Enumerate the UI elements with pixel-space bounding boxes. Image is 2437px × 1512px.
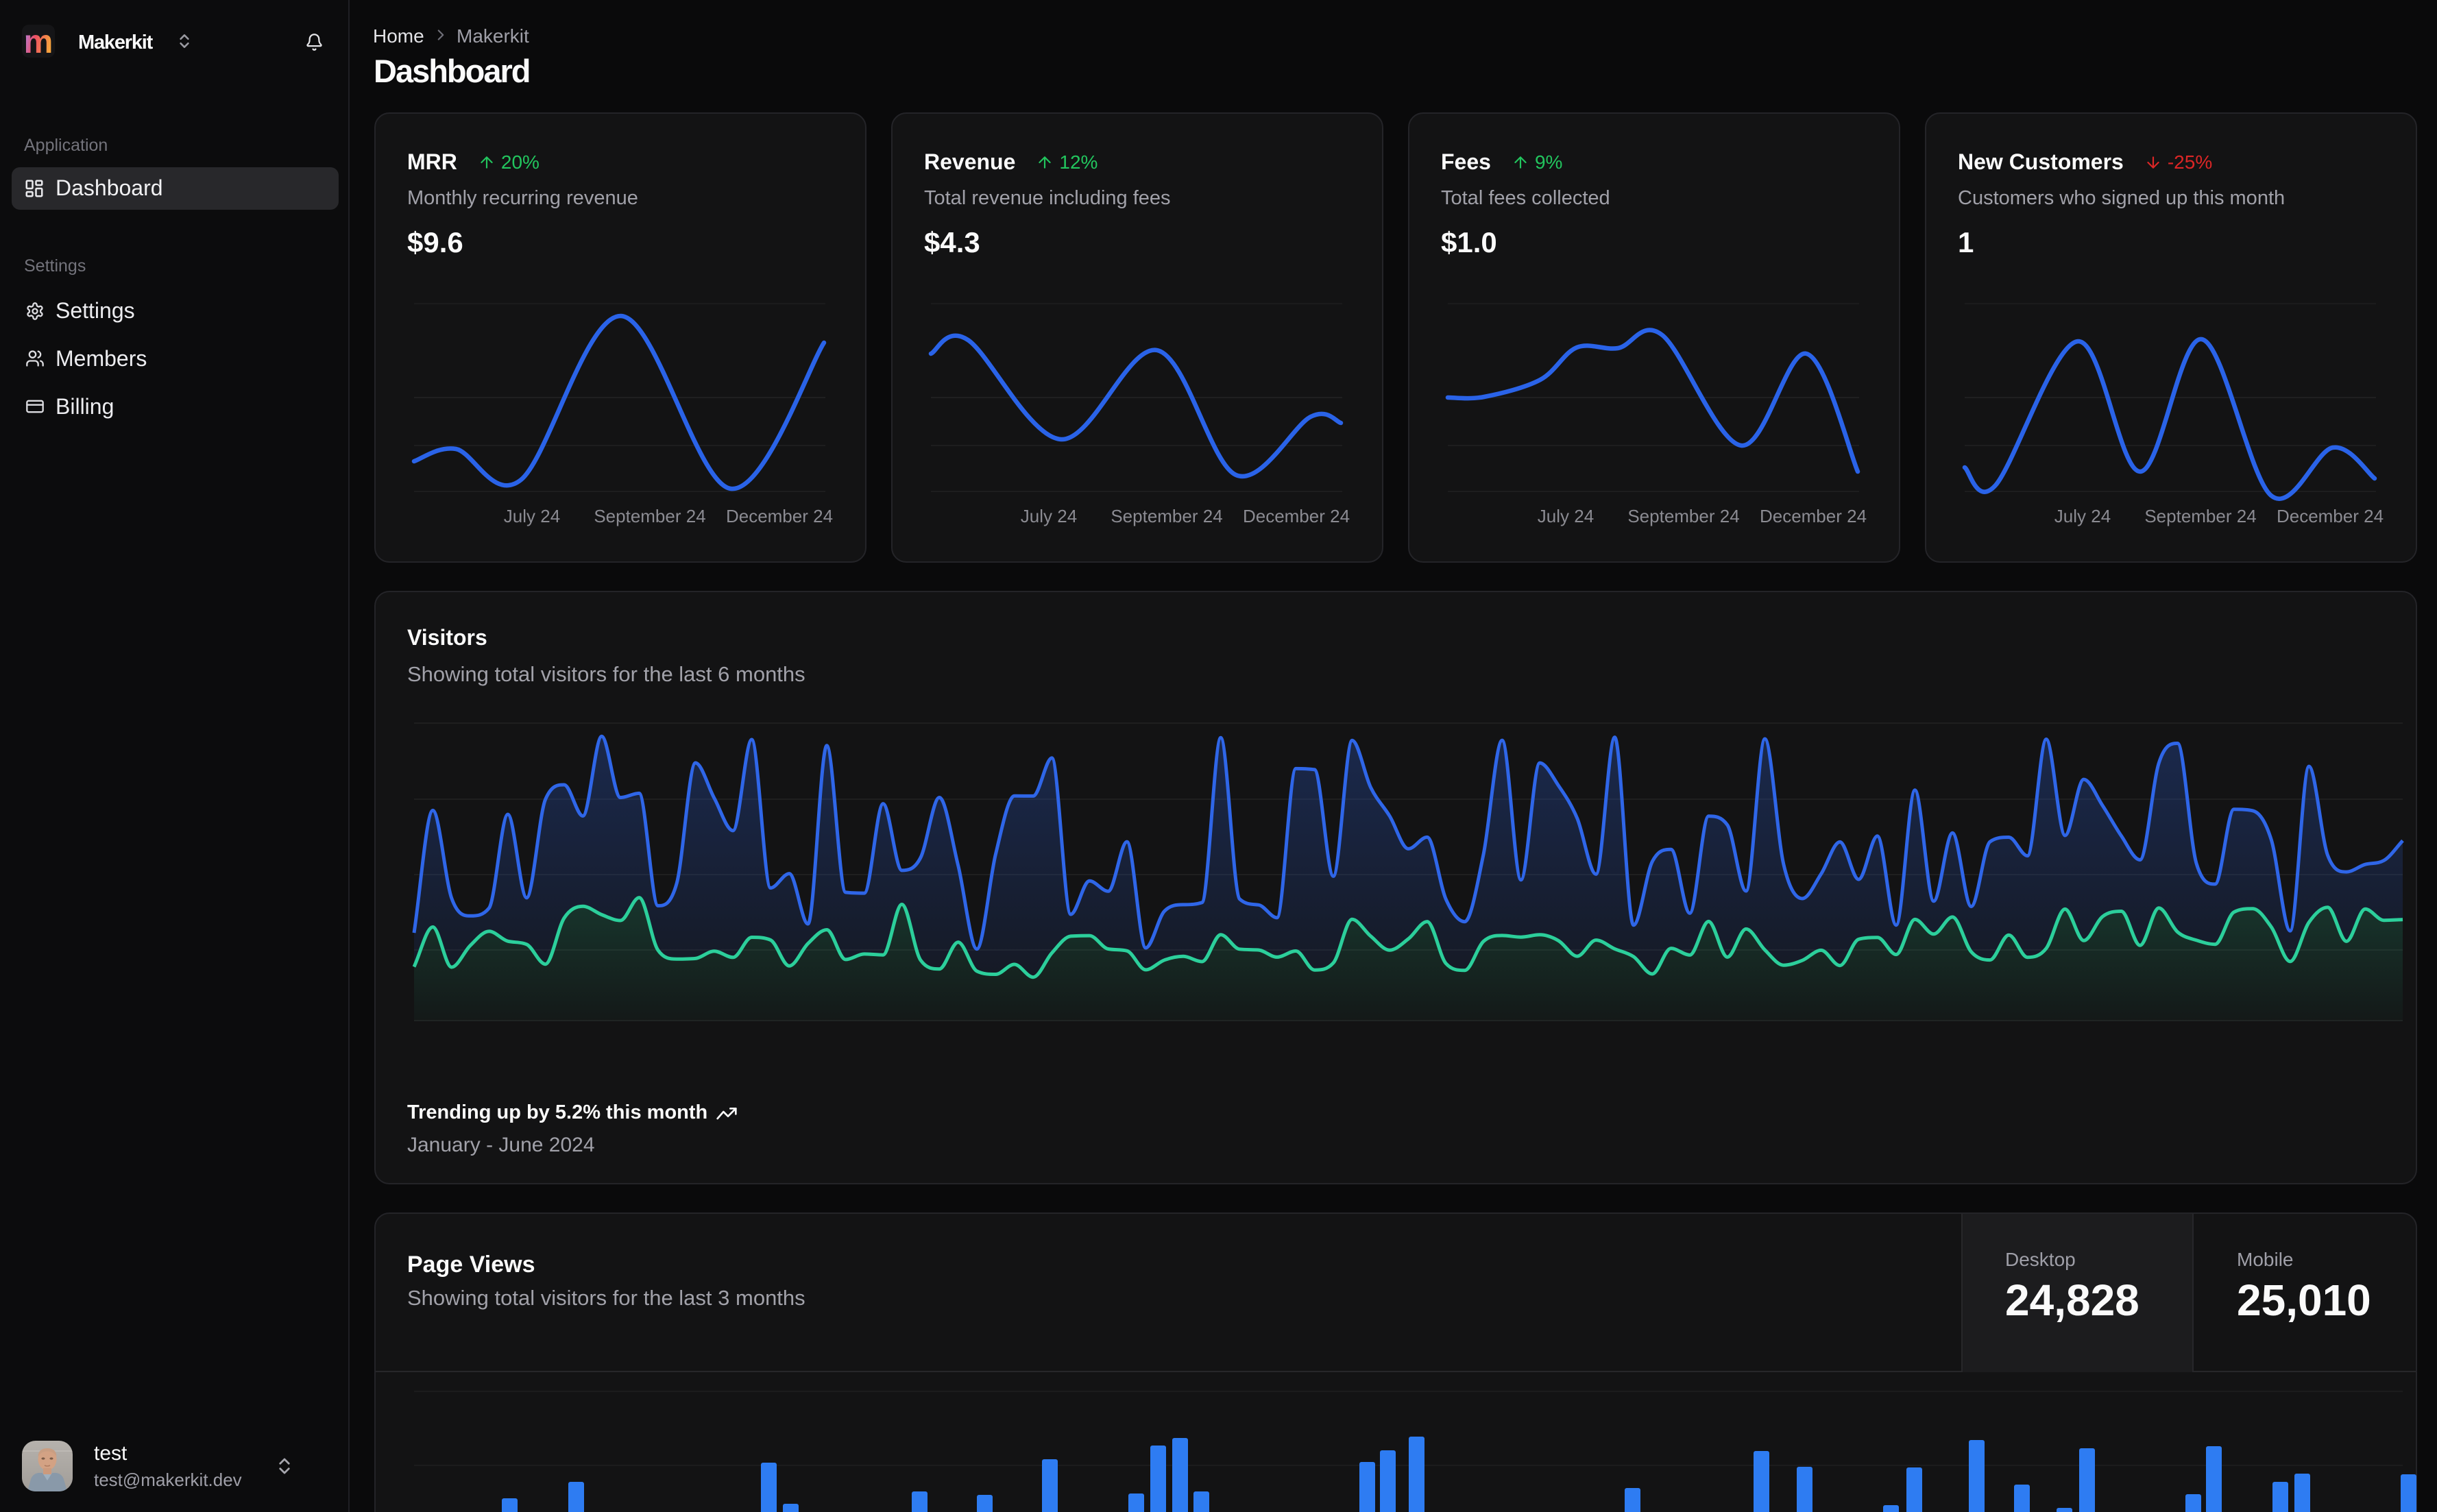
svg-text:m: m: [24, 25, 53, 58]
